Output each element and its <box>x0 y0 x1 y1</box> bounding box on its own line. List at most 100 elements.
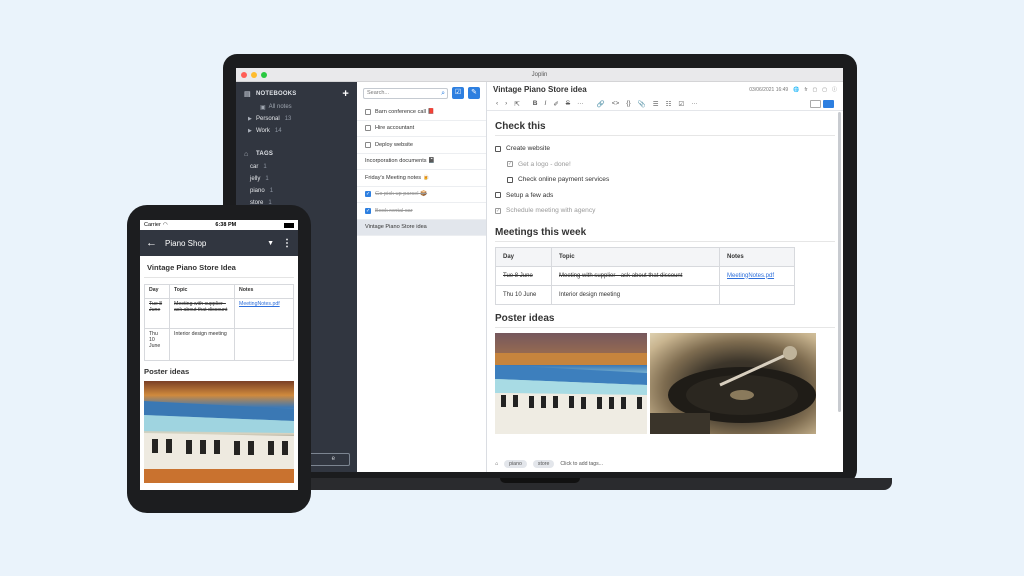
notes-icon: ▣ <box>260 104 266 111</box>
todo-checkbox[interactable] <box>495 145 501 152</box>
meetings-table: Day Topic Notes Tue 8 June Meeting with … <box>495 246 795 305</box>
zoom-window-button[interactable] <box>261 72 267 78</box>
todo-checkbox[interactable]: ✓ <box>365 207 371 214</box>
todo-checkbox[interactable] <box>365 141 371 148</box>
mobile-app-screen: Carrier ◠ 6:38 PM ← Piano Shop ▼ ⋮ Vinta… <box>140 220 298 490</box>
list-item[interactable]: ✓ Go pick up parcel 📦 <box>357 187 486 203</box>
attach-icon[interactable]: 📎 <box>638 100 646 108</box>
editor-scrollbar[interactable] <box>838 112 841 412</box>
add-notebook-button[interactable]: + <box>342 88 349 100</box>
mobile-header: ← Piano Shop ▼ ⋮ <box>140 230 298 256</box>
sidebar-tag-car[interactable]: car 1 <box>236 161 357 173</box>
mobile-poster-heading: Poster ideas <box>144 367 190 376</box>
todo-checkbox[interactable] <box>495 192 501 199</box>
toggle-editor-icon[interactable] <box>810 99 821 108</box>
toggle-viewer-icon[interactable] <box>823 99 834 108</box>
new-note-button[interactable]: ✎ <box>468 87 480 99</box>
sidebar-item-personal[interactable]: ▶ Personal 13 <box>236 113 357 125</box>
link-icon[interactable]: 🔗 <box>597 100 605 108</box>
info-icon[interactable]: ⓘ <box>832 86 837 93</box>
turntable-image <box>650 332 816 434</box>
more-icon[interactable]: ··· <box>691 100 698 107</box>
bold-icon[interactable]: B <box>533 100 538 107</box>
todo-checkbox[interactable]: ✓ <box>495 207 501 214</box>
todo-item[interactable]: ✓ Get a logo - done! <box>495 157 835 173</box>
code-icon[interactable]: <> <box>612 100 620 107</box>
meeting-notes-link[interactable]: MeetingNotes.pdf <box>239 301 280 307</box>
laptop-notch <box>500 478 580 483</box>
list-item-selected[interactable]: Vintage Piano Store idea <box>357 219 486 236</box>
heading-meetings: Meetings this week <box>495 227 835 242</box>
status-bar: Carrier ◠ 6:38 PM <box>140 220 298 230</box>
meeting-notes-link[interactable]: MeetingNotes.pdf <box>727 273 774 279</box>
tag-chip[interactable]: store <box>532 460 555 468</box>
tag-bar: ⌂ piano store Click to add tags... <box>495 460 603 468</box>
more-menu-icon[interactable]: ⋮ <box>282 238 292 249</box>
list-item[interactable]: Friday's Meeting notes 🍺 <box>357 170 486 187</box>
note-editor: Vintage Piano Store idea 03/06/2021 16:4… <box>487 82 843 472</box>
note-title-input[interactable]: Vintage Piano Store idea <box>493 85 587 94</box>
todo-item[interactable]: ✓ Schedule meeting with agency <box>495 203 835 219</box>
todo-checkbox[interactable] <box>365 108 371 115</box>
chevron-down-icon[interactable]: ▼ <box>267 240 274 247</box>
battery-icon <box>284 222 294 228</box>
expand-arrow-icon[interactable]: ▶ <box>248 128 256 134</box>
back-arrow-icon[interactable]: ← <box>146 237 157 249</box>
new-todo-button[interactable]: ☑ <box>452 87 464 99</box>
minimize-window-button[interactable] <box>251 72 257 78</box>
numbered-list-icon[interactable]: ☷ <box>666 100 672 108</box>
search-input[interactable]: Search... ⌕ <box>363 87 448 99</box>
back-icon[interactable]: ‹ <box>496 100 498 107</box>
tag-icon: ⌂ <box>244 150 249 158</box>
highlight-icon[interactable]: ✐ <box>553 100 558 108</box>
sidebar-item-all-notes[interactable]: ▣ All notes <box>236 101 357 113</box>
table-row: Thu 10 June Interior design meeting <box>495 284 795 305</box>
mobile-piano-image <box>144 381 294 483</box>
sidebar-tag-jelly[interactable]: jelly 1 <box>236 173 357 185</box>
tag-chip[interactable]: piano <box>504 460 527 468</box>
list-item[interactable]: Hire accountant <box>357 121 486 137</box>
external-edit-icon[interactable]: ⇱ <box>514 100 519 108</box>
todo-checkbox[interactable] <box>365 125 371 132</box>
alarm-icon[interactable]: ▢ <box>813 87 818 93</box>
todo-item[interactable]: Setup a few ads <box>495 188 835 204</box>
code-block-icon[interactable]: {} <box>626 100 630 107</box>
todo-checkbox[interactable]: ✓ <box>365 191 371 198</box>
mobile-note-body[interactable]: Vintage Piano Store Idea Day Topic Notes… <box>140 256 298 487</box>
globe-icon[interactable]: 🌐 <box>793 87 799 93</box>
window-title: Joplin <box>531 72 548 78</box>
desktop-app-window: Joplin ▤ NOTEBOOKS + ▣ All notes ▶ Perso… <box>236 68 843 472</box>
more-icon[interactable]: ··· <box>577 100 584 107</box>
note-body[interactable]: Check this Create website ✓ Get a logo - … <box>487 111 843 451</box>
strikethrough-icon[interactable]: S <box>566 100 570 107</box>
note-properties-icon[interactable]: ▢ <box>822 87 827 93</box>
tags-header[interactable]: ⌂ TAGS <box>236 147 357 161</box>
todo-item[interactable]: Create website <box>495 141 835 157</box>
mobile-meetings-table: Day Topic Notes Tue 8 June Meeting with … <box>144 284 294 361</box>
list-item[interactable]: ✓ Book rental car <box>357 203 486 220</box>
todo-checkbox[interactable]: ✓ <box>507 161 513 168</box>
search-icon: ⌕ <box>441 89 445 97</box>
expand-arrow-icon[interactable]: ▶ <box>248 116 256 122</box>
checklist-icon[interactable]: ☑ <box>678 100 684 108</box>
language-code[interactable]: fr <box>804 87 807 93</box>
tag-icon: ⌂ <box>495 461 499 467</box>
list-item[interactable]: Incorporation documents 📓 <box>357 154 486 170</box>
bullet-list-icon[interactable]: ☰ <box>653 100 659 108</box>
sidebar-tag-piano[interactable]: piano 1 <box>236 185 357 197</box>
close-window-button[interactable] <box>241 72 247 78</box>
editor-toolbar: ‹ › ⇱ B I ✐ S ··· 🔗 <> {} 📎 ☰ ☷ ☑ ··· <box>487 97 843 111</box>
list-item[interactable]: Barn conference call 📕 <box>357 104 486 121</box>
table-header: Notes <box>719 246 795 267</box>
list-item[interactable]: Deploy website <box>357 137 486 154</box>
todo-checkbox[interactable] <box>507 176 513 183</box>
table-header: Topic <box>551 246 720 267</box>
forward-icon[interactable]: › <box>505 100 507 107</box>
add-tags-link[interactable]: Click to add tags... <box>560 461 603 467</box>
heading-check-this: Check this <box>495 121 835 136</box>
sidebar-item-work[interactable]: ▶ Work 14 <box>236 125 357 137</box>
todo-item[interactable]: Check online payment services <box>495 172 835 188</box>
notebooks-header[interactable]: ▤ NOTEBOOKS + <box>236 87 357 101</box>
italic-icon[interactable]: I <box>545 100 547 107</box>
table-row: Tue 8 June Meeting with supplier - ask a… <box>495 265 795 286</box>
